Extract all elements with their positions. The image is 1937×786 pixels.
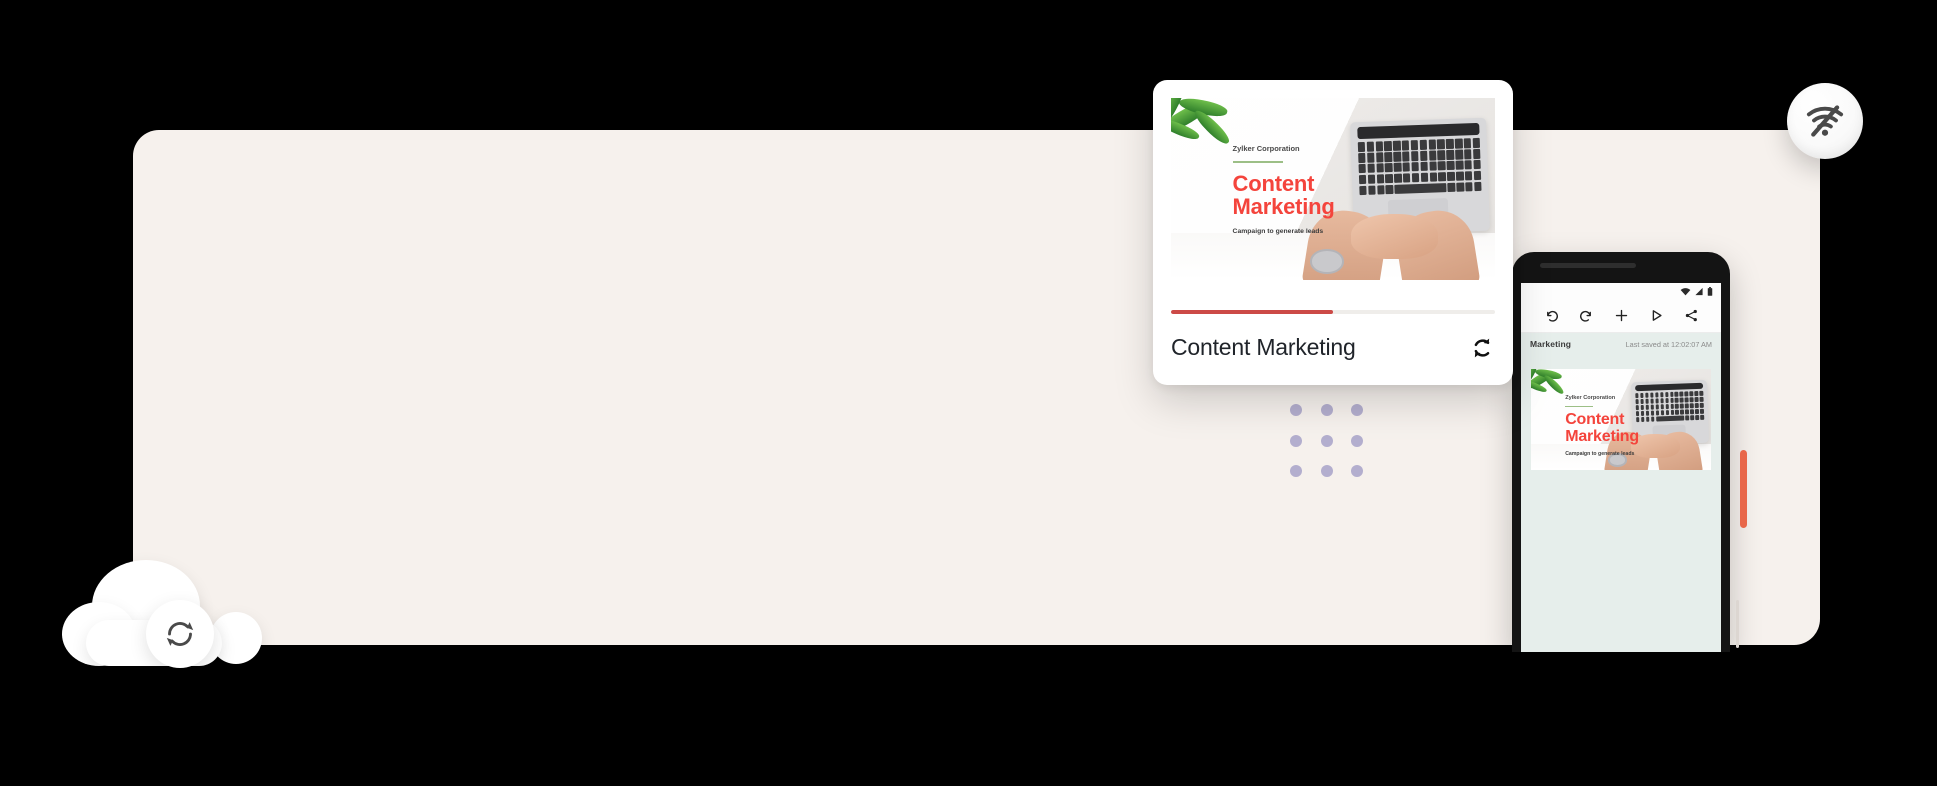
- slide-rule: [1565, 405, 1594, 407]
- card-progress-fill: [1171, 310, 1333, 315]
- card-slide-text: Zylker Corporation Content Marketing Cam…: [1232, 144, 1382, 235]
- card-title: Content Marketing: [1171, 334, 1356, 361]
- scroll-line-decoration: [1736, 600, 1739, 648]
- grid-dot: [1290, 404, 1302, 416]
- card-footer: Content Marketing: [1171, 334, 1495, 361]
- sync-icon[interactable]: [1469, 335, 1495, 361]
- slide-title-line1: Content: [1232, 171, 1315, 196]
- cloud-sync-decoration: [62, 560, 262, 670]
- tablet-slide-text: Zylker Corporation Content Marketing Cam…: [1565, 395, 1648, 457]
- redo-icon[interactable]: [1579, 308, 1594, 323]
- tablet-document-name: Marketing: [1530, 339, 1572, 349]
- add-icon[interactable]: [1614, 308, 1629, 323]
- tablet-document-bar: Marketing Last saved at 12:02:07 AM: [1521, 333, 1721, 355]
- cloud-sync-badge[interactable]: [146, 600, 214, 668]
- stage: Marketing Last saved at 12:02:07 AM Zylk…: [0, 0, 1937, 786]
- tablet-slide-area: Zylker Corporation Content Marketing Cam…: [1521, 355, 1721, 471]
- grid-dot: [1351, 465, 1364, 478]
- grid-dot: [1290, 465, 1302, 478]
- battery-icon: [1707, 286, 1713, 296]
- grid-dot: [1320, 465, 1333, 478]
- signal-icon: [1695, 287, 1703, 295]
- grid-dot: [1351, 434, 1364, 447]
- slide-company: Zylker Corporation: [1565, 395, 1616, 402]
- slide-subtitle: Campaign to generate leads: [1565, 450, 1635, 457]
- grid-dot: [1290, 434, 1302, 447]
- slide-title-line1: Content: [1565, 410, 1625, 428]
- card-slide: Zylker Corporation Content Marketing Cam…: [1171, 98, 1495, 281]
- wifi-off-icon: [1806, 105, 1844, 137]
- slide-title-line2: Marketing: [1565, 427, 1639, 445]
- present-icon[interactable]: [1649, 308, 1664, 323]
- slide-subtitle: Campaign to generate leads: [1232, 227, 1324, 235]
- slide-rule: [1232, 161, 1284, 164]
- tablet-slide[interactable]: Zylker Corporation Content Marketing Cam…: [1531, 369, 1711, 471]
- cloud-sync-icon: [166, 622, 194, 646]
- presentation-card[interactable]: Zylker Corporation Content Marketing Cam…: [1153, 80, 1513, 385]
- card-progress-bar: [1171, 310, 1495, 315]
- card-thumbnail[interactable]: Zylker Corporation Content Marketing Cam…: [1171, 98, 1495, 281]
- wifi-icon: [1680, 287, 1691, 295]
- tablet-device: Marketing Last saved at 12:02:07 AM Zylk…: [1512, 252, 1730, 652]
- grid-dot: [1351, 404, 1364, 416]
- tablet-last-saved: Last saved at 12:02:07 AM: [1625, 339, 1712, 349]
- grid-dot: [1320, 434, 1333, 447]
- accent-bar-decoration: [1740, 450, 1747, 528]
- slide-company: Zylker Corporation: [1232, 144, 1300, 154]
- undo-icon[interactable]: [1544, 308, 1559, 323]
- dot-grid-decoration: [1290, 404, 1382, 496]
- grid-dot: [1320, 404, 1333, 416]
- wifi-off-badge[interactable]: [1787, 83, 1863, 159]
- share-icon[interactable]: [1684, 308, 1699, 323]
- tablet-speaker: [1540, 263, 1636, 268]
- tablet-toolbar: [1521, 299, 1721, 333]
- tablet-screen: Marketing Last saved at 12:02:07 AM Zylk…: [1521, 283, 1721, 652]
- tablet-status-bar: [1521, 283, 1721, 299]
- slide-title-line2: Marketing: [1232, 194, 1335, 220]
